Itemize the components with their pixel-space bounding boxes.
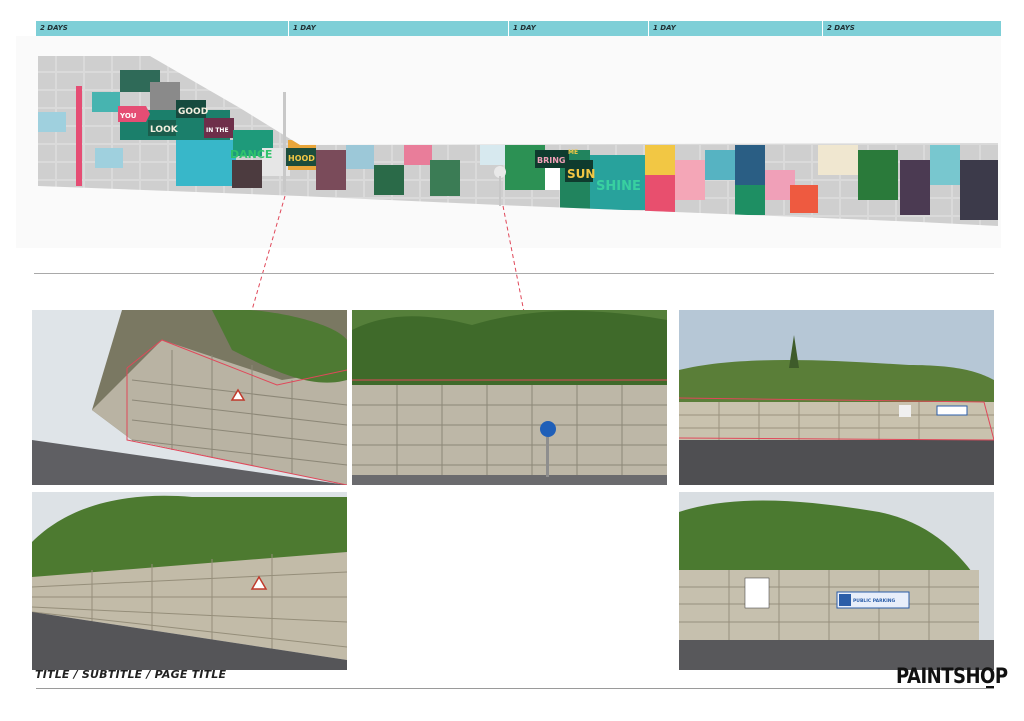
wall-photo-left-upper	[32, 310, 347, 485]
mural-word-hood: HOOD	[288, 154, 315, 163]
page-title: TITLE / SUBTITLE / PAGE TITLE	[35, 668, 227, 681]
mural-word-look: LOOK	[150, 125, 179, 135]
mural-word-good: GOOD	[178, 107, 208, 117]
mural-word-dance: DANCE	[230, 148, 272, 161]
mural-word-shine: SHINE	[596, 179, 641, 194]
lamp-post	[283, 92, 286, 192]
annotation-leader-center	[502, 205, 525, 313]
logo-dash	[986, 686, 994, 688]
wall-photo-right-upper	[679, 310, 994, 485]
mural-word-me: ME	[568, 149, 578, 156]
mural-word-sun: SUN	[567, 167, 595, 181]
wall-photo-center	[352, 310, 667, 485]
wall-photo-left-lower	[32, 492, 347, 670]
section-divider	[34, 273, 994, 274]
wall-photo-right-lower: PUBLIC PARKING	[679, 492, 994, 670]
mural-word-bring: BRING	[537, 156, 566, 165]
footer-divider	[36, 688, 994, 689]
mural-word-in-the: IN THE	[206, 127, 229, 134]
parking-sign-text: PUBLIC PARKING	[853, 598, 896, 604]
mural-word-you: YOU	[119, 112, 137, 120]
annotation-leader-left	[251, 195, 286, 311]
